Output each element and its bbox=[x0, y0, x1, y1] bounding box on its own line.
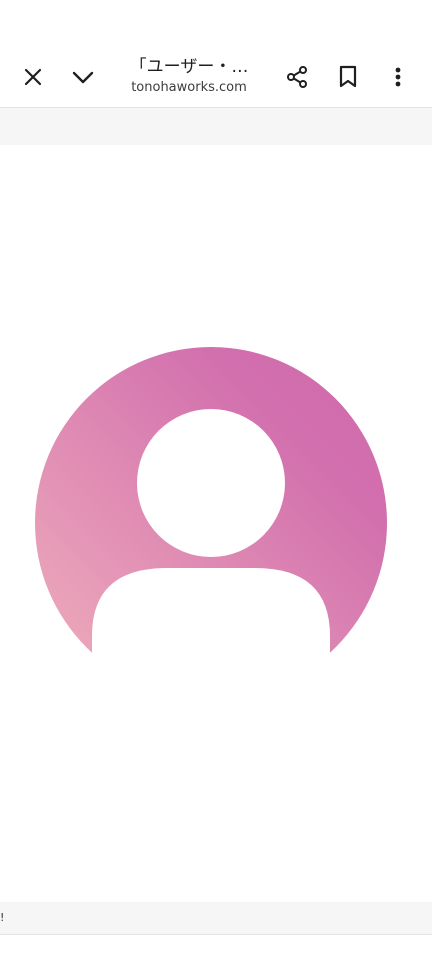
page-footer-strip: ! bbox=[0, 902, 432, 935]
page-content bbox=[0, 145, 432, 902]
minimize-button[interactable] bbox=[63, 57, 103, 97]
title-block: 「ユーザー・… tonohaworks.com bbox=[112, 55, 266, 101]
share-button[interactable] bbox=[277, 57, 317, 97]
bookmark-icon bbox=[339, 65, 357, 88]
more-vertical-icon bbox=[395, 67, 401, 87]
page-domain: tonohaworks.com bbox=[131, 80, 247, 95]
close-button[interactable] bbox=[13, 57, 53, 97]
page-title: 「ユーザー・… bbox=[129, 57, 249, 77]
page-header-strip bbox=[0, 108, 432, 145]
share-icon bbox=[287, 66, 307, 88]
browser-toolbar: 「ユーザー・… tonohaworks.com bbox=[0, 0, 432, 108]
avatar-head bbox=[137, 409, 285, 557]
default-user-avatar-icon bbox=[35, 347, 387, 653]
bookmark-button[interactable] bbox=[328, 57, 368, 97]
chevron-down-icon bbox=[72, 71, 94, 84]
avatar-body bbox=[92, 568, 330, 653]
footer-partial-text: ! bbox=[0, 911, 5, 924]
close-icon bbox=[24, 68, 42, 86]
more-menu-button[interactable] bbox=[378, 57, 418, 97]
